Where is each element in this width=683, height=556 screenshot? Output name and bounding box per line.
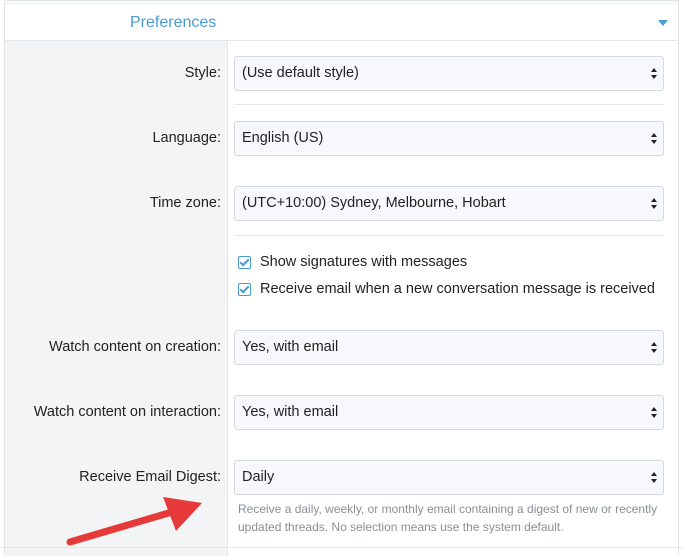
- divider: [234, 235, 664, 236]
- email-digest-hint: Receive a daily, weekly, or monthly emai…: [238, 502, 658, 534]
- watch-creation-select[interactable]: Yes, with email: [234, 330, 664, 365]
- show-signatures-label: Show signatures with messages: [260, 254, 468, 270]
- style-select[interactable]: (Use default style): [234, 56, 664, 91]
- select-arrows-icon: [651, 472, 657, 484]
- annotation-arrow-icon: [66, 497, 202, 546]
- email-digest-select[interactable]: Daily: [234, 460, 664, 495]
- divider: [234, 104, 664, 105]
- timezone-select-value: (UTC+10:00) Sydney, Melbourne, Hobart: [242, 195, 506, 211]
- watch-interaction-label: Watch content on interaction:: [33, 404, 221, 420]
- watch-creation-label: Watch content on creation:: [49, 339, 221, 355]
- watch-interaction-select[interactable]: Yes, with email: [234, 395, 664, 430]
- select-arrows-icon: [651, 68, 657, 80]
- email-digest-select-value: Daily: [242, 469, 275, 485]
- show-signatures-checkbox[interactable]: [238, 256, 251, 269]
- conversation-email-label: Receive email when a new conversation me…: [260, 281, 655, 297]
- conversation-email-checkbox[interactable]: [238, 283, 251, 296]
- watch-creation-select-value: Yes, with email: [242, 339, 339, 355]
- select-arrows-icon: [651, 198, 657, 210]
- timezone-select[interactable]: (UTC+10:00) Sydney, Melbourne, Hobart: [234, 186, 664, 221]
- select-arrows-icon: [651, 133, 657, 145]
- style-label: Style:: [184, 65, 221, 81]
- language-select-value: English (US): [242, 130, 324, 146]
- select-arrows-icon: [651, 407, 657, 419]
- timezone-label: Time zone:: [149, 195, 221, 211]
- watch-interaction-select-value: Yes, with email: [242, 404, 339, 420]
- preferences-header[interactable]: Preferences: [5, 5, 678, 41]
- style-select-value: (Use default style): [242, 65, 359, 81]
- select-arrows-icon: [651, 342, 657, 354]
- language-label: Language:: [152, 130, 221, 146]
- language-select[interactable]: English (US): [234, 121, 664, 156]
- caret-down-icon[interactable]: [658, 20, 668, 26]
- preferences-title: Preferences: [130, 14, 217, 31]
- email-digest-label: Receive Email Digest:: [79, 469, 221, 485]
